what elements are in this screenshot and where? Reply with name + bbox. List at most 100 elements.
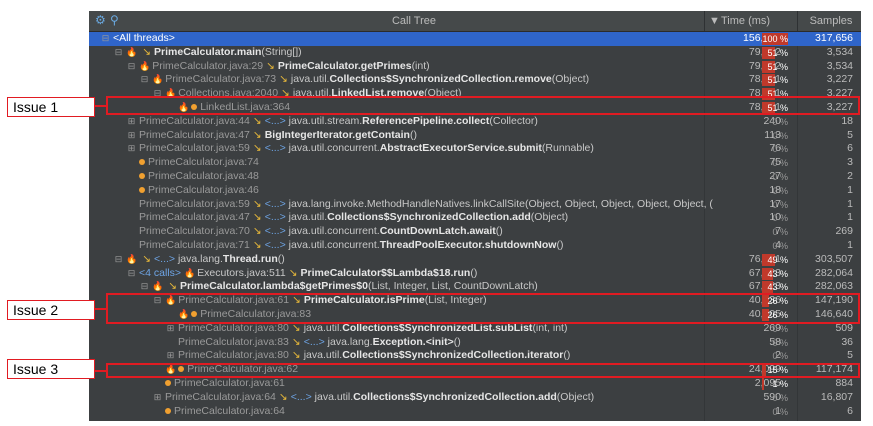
call-tree-row[interactable]: ⊟ 🔥 Collections.java:2040 ↘ java.util.Linked… [89,87,861,101]
call-tree-row[interactable]: ⊞ PrimeCalculator.java:59 ↘ <...> java.util… [89,142,861,156]
merged-calls-label[interactable]: <...> [291,391,315,403]
call-tree-row[interactable]: 🔥PrimeCalculator.java:6224,09915 %117,17… [89,363,861,377]
collapse-icon[interactable]: ⊟ [127,267,136,281]
call-arrow-icon: ↘ [291,321,301,334]
merged-calls-label[interactable]: <4 calls> [139,267,184,279]
call-tree-row[interactable]: ⊟🔥↘PrimeCalculator.main(String[])79,5225… [89,46,861,60]
call-arrow-icon: ↘ [142,252,152,265]
method-name: CountDownLatch.await [379,225,496,238]
call-tree-row[interactable]: PrimeCalculator.java:59 ↘ <...> java.lang.… [89,198,861,212]
flame-icon: 🔥 [178,309,190,319]
samples-count: 303,507 [815,252,853,265]
time-percent: 51 % [767,61,788,72]
call-tree-row[interactable]: ⊞ PrimeCalculator.java:64 ↘ <...> java.util… [89,391,861,405]
call-tree-row[interactable]: ⊟ <4 calls> 🔥 Executors.java:511 ↘ PrimeCalc… [89,267,861,281]
call-tree-row[interactable]: PrimeCalculator.java:46 18 0 % 1 [89,184,861,198]
merged-calls-label[interactable]: <...> [265,211,289,223]
method-signature: (Object) [551,73,590,86]
call-tree-row[interactable]: ⊟ 🔥 PrimeCalculator.java:29 ↘ PrimeCalculato… [89,60,861,74]
call-tree-row[interactable]: ⊟🔥↘<...> java.lang.Thread.run()76,39149 … [89,253,861,267]
collapse-icon[interactable]: ⊟ [101,32,110,46]
method-signature: (Object) [424,87,462,100]
column-header-time[interactable]: Time (ms) [721,11,781,31]
merged-calls-label[interactable]: <...> [154,253,178,265]
method-name: Exception.<init> [372,335,454,348]
collapse-icon[interactable]: ⊟ [153,294,162,308]
method-signature: (Object) [556,390,595,403]
time-percent: 0 % [772,351,788,362]
call-tree-row[interactable]: 🔥PrimeCalculator.java:8340,60526 %146,64… [89,308,861,322]
expand-icon[interactable]: ⊞ [153,391,162,405]
hotspot-dot-icon [178,366,185,373]
call-tree-row[interactable]: ⊞ PrimeCalculator.java:80 ↘ java.util.Colle… [89,322,861,336]
call-tree-row[interactable]: ⊞ PrimeCalculator.java:44 ↘ <...> java.util… [89,115,861,129]
call-tree-row-selected[interactable]: ⊟<All threads>156,031100 %317,656 [89,32,861,46]
issue-connector-2 [94,308,106,310]
samples-count: 1 [847,183,853,196]
frame-location: PrimeCalculator.java:47 [139,211,250,224]
hotspot-dot-icon [191,104,198,111]
flame-icon: 🔥 [165,295,177,306]
search-icon[interactable]: ⚲ [110,14,122,26]
column-header-call-tree[interactable]: Call Tree [379,11,449,31]
call-arrow-icon: ↘ [142,45,152,58]
call-frame-label: 🔥 LinkedList.java:364 [166,101,290,115]
call-tree-row[interactable]: ⊟ 🔥 PrimeCalculator.java:61 ↘ PrimeCalculato… [89,294,861,308]
time-percent: 26 % [767,310,788,320]
call-tree-row[interactable]: PrimeCalculator.java:48 27 0 % 2 [89,170,861,184]
call-frame-label: PrimeCalculator.java:61 [153,377,285,391]
method-name: PrimeCalculator.lambda$getPrimes$0 [180,280,368,293]
collapse-icon[interactable]: ⊟ [114,253,123,267]
method-package: java.util.concurrent. [288,239,380,251]
expand-icon[interactable]: ⊞ [166,322,175,336]
call-tree-row[interactable]: ⊞ PrimeCalculator.java:47 ↘ BigIntegerItera… [89,129,861,143]
column-header-samples[interactable]: Samples [801,11,861,31]
frame-location: PrimeCalculator.java:64 [174,404,285,417]
time-percent: 0 % [772,227,788,238]
collapse-icon[interactable]: ⊟ [127,60,136,74]
merged-calls-label[interactable]: <...> [304,336,328,348]
merged-calls-label[interactable]: <...> [265,198,289,210]
samples-count: 3,534 [826,59,853,72]
method-signature: () [563,349,571,362]
sort-descending-icon[interactable]: ▼ [709,11,720,31]
call-frame-label: PrimeCalculator.java:74 [127,156,259,170]
method-signature: (Collector) [489,114,538,127]
call-tree-row[interactable]: ⊟ 🔥 ↘ PrimeCalculator.lambda$getPrimes$0(Li… [89,280,861,294]
time-percent: 0 % [772,199,788,210]
collapse-icon[interactable]: ⊟ [140,73,149,87]
expand-icon[interactable]: ⊞ [127,142,136,156]
call-tree-row[interactable]: PrimeCalculator.java:74 75 0 % 3 [89,156,861,170]
merged-calls-label[interactable]: <...> [265,239,289,251]
method-signature: () [556,239,564,251]
expand-icon[interactable]: ⊞ [127,129,136,143]
collapse-icon[interactable]: ⊟ [153,87,162,101]
collapse-icon[interactable]: ⊟ [114,46,123,60]
call-tree-row[interactable]: ⊞ PrimeCalculator.java:80 ↘ java.util.Colle… [89,349,861,363]
call-frame-label: ⊞ PrimeCalculator.java:80 ↘ java.util.Colle… [166,349,571,363]
collapse-icon[interactable]: ⊟ [140,280,149,294]
settings-icon[interactable]: ⚙ [95,14,107,26]
samples-count: 6 [847,142,853,155]
frame-location: PrimeCalculator.java:73 [165,73,277,86]
expand-icon[interactable]: ⊞ [127,115,136,129]
call-tree-row[interactable]: ⊟ 🔥 PrimeCalculator.java:73 ↘ java.util.Coll… [89,73,861,87]
call-frame-label: PrimeCalculator.java:71 ↘ <...> java.util.… [127,239,563,253]
call-arrow-icon: ↘ [252,239,262,251]
call-tree-row[interactable]: PrimeCalculator.java:47 ↘ <...> java.util.… [89,211,861,225]
samples-count: 884 [835,377,853,389]
merged-calls-label[interactable]: <...> [265,225,289,237]
merged-calls-label[interactable]: <...> [265,115,289,127]
call-tree-row[interactable]: PrimeCalculator.java:70 ↘ <...> java.util.… [89,225,861,239]
merged-calls-label[interactable]: <...> [265,142,289,154]
method-package: java.util.concurrent. [288,142,380,155]
call-tree-row[interactable]: PrimeCalculator.java:61 2,095 1 % 884 [89,377,861,391]
call-tree-row[interactable]: PrimeCalculator.java:83 ↘ <...> java.lang.… [89,336,861,350]
call-tree-row[interactable]: 🔥LinkedList.java:36478,93151 %3,227 [89,101,861,115]
call-tree-row[interactable]: PrimeCalculator.java:71 ↘ <...> java.util.… [89,239,861,253]
expand-icon[interactable]: ⊞ [166,349,175,363]
call-tree-row[interactable]: PrimeCalculator.java:64 1 0 % 6 [89,405,861,419]
time-percent: 0 % [772,130,788,141]
flame-icon: 🔥 [152,74,164,85]
method-name: PrimeCalculator$$Lambda$18.run [300,266,471,279]
